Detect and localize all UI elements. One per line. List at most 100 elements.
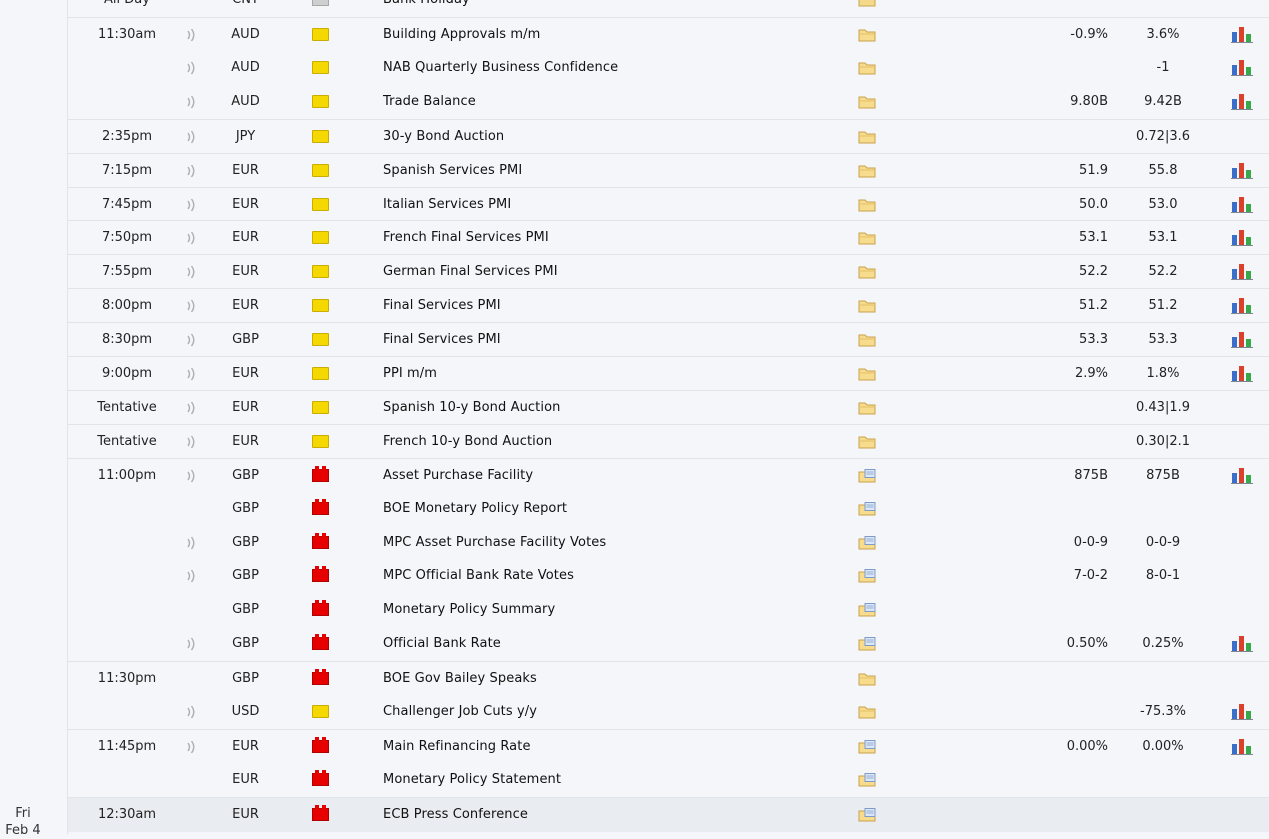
sound-alert-icon[interactable] [185, 469, 197, 483]
sound-cell[interactable] [185, 391, 199, 425]
detail-cell[interactable] [858, 763, 878, 797]
chart-cell[interactable] [1231, 627, 1255, 661]
chart-cell[interactable] [1231, 593, 1255, 627]
calendar-row[interactable]: GBP MPC Official Bank Rate Votes 7-0-2 8-0-… [68, 559, 1269, 593]
calendar-row[interactable]: GBP MPC Asset Purchase Facility Votes 0-0-… [68, 526, 1269, 560]
calendar-row[interactable]: 9:00pm EUR PPI m/m 2.9% 1.8% [68, 356, 1269, 391]
chart-cell[interactable] [1231, 662, 1255, 696]
detail-cell[interactable] [858, 662, 878, 696]
chart-cell[interactable] [1231, 120, 1255, 154]
chart-cell[interactable] [1231, 154, 1255, 188]
event-title[interactable]: Spanish Services PMI [383, 154, 843, 188]
chart-cell[interactable] [1231, 18, 1255, 52]
calendar-row[interactable]: 7:15pm EUR Spanish Services PMI 51.9 55.8 [68, 152, 1269, 188]
sound-alert-icon[interactable] [185, 61, 197, 75]
calendar-row[interactable]: 7:45pm EUR Italian Services PMI 50.0 53.0 [68, 186, 1269, 222]
folder-document-icon[interactable] [858, 603, 876, 617]
event-title[interactable]: MPC Official Bank Rate Votes [383, 559, 843, 593]
calendar-row[interactable]: AUD Trade Balance 9.80B 9.42B [68, 85, 1269, 119]
chart-cell[interactable] [1231, 798, 1255, 832]
event-title[interactable]: Bank Holiday [383, 0, 843, 17]
sound-cell[interactable] [185, 492, 199, 526]
detail-cell[interactable] [858, 627, 878, 661]
chart-icon[interactable] [1231, 58, 1253, 76]
chart-icon[interactable] [1231, 25, 1253, 43]
event-title[interactable]: MPC Asset Purchase Facility Votes [383, 526, 843, 560]
sound-cell[interactable] [185, 798, 199, 832]
calendar-row[interactable]: USD Challenger Job Cuts y/y -75.3% [68, 695, 1269, 729]
chart-cell[interactable] [1231, 526, 1255, 560]
chart-icon[interactable] [1231, 330, 1253, 349]
folder-icon[interactable] [858, 28, 876, 42]
chart-icon[interactable] [1231, 92, 1253, 110]
calendar-row[interactable]: 12:30am EUR ECB Press Conference [68, 796, 1269, 832]
chart-cell[interactable] [1231, 85, 1255, 119]
sound-alert-icon[interactable] [185, 95, 197, 109]
sound-cell[interactable] [185, 289, 199, 323]
sound-cell[interactable] [185, 695, 199, 729]
event-title[interactable]: French Final Services PMI [383, 221, 843, 255]
sound-alert-icon[interactable] [185, 705, 197, 719]
sound-cell[interactable] [185, 323, 199, 357]
chart-cell[interactable] [1231, 425, 1255, 459]
folder-document-icon[interactable] [858, 772, 876, 787]
chart-cell[interactable] [1231, 51, 1255, 85]
detail-cell[interactable] [858, 289, 878, 323]
chart-cell[interactable] [1231, 255, 1255, 289]
folder-icon[interactable] [858, 705, 876, 719]
sound-cell[interactable] [185, 120, 199, 154]
sound-cell[interactable] [185, 255, 199, 289]
event-title[interactable]: NAB Quarterly Business Confidence [383, 51, 843, 85]
chart-icon[interactable] [1231, 195, 1253, 213]
chart-icon[interactable] [1231, 702, 1253, 720]
event-title[interactable]: French 10-y Bond Auction [383, 425, 843, 459]
folder-icon[interactable] [858, 435, 876, 449]
sound-cell[interactable] [185, 559, 199, 593]
detail-cell[interactable] [858, 593, 878, 627]
folder-document-icon[interactable] [858, 501, 876, 516]
calendar-row[interactable]: 11:00pm GBP Asset Purchase Facility 875B 875… [68, 457, 1269, 493]
folder-document-icon[interactable] [858, 535, 876, 550]
event-title[interactable]: Official Bank Rate [383, 627, 843, 661]
chart-icon[interactable] [1231, 364, 1253, 382]
detail-cell[interactable] [858, 798, 878, 832]
event-title[interactable]: Final Services PMI [383, 323, 843, 357]
event-title[interactable]: Trade Balance [383, 85, 843, 119]
folder-icon[interactable] [858, 130, 876, 144]
calendar-row[interactable]: 11:30pm GBP BOE Gov Bailey Speaks [68, 661, 1269, 696]
event-title[interactable]: PPI m/m [383, 357, 843, 391]
event-title[interactable]: Challenger Job Cuts y/y [383, 695, 843, 729]
detail-cell[interactable] [858, 357, 878, 391]
sound-alert-icon[interactable] [185, 435, 197, 449]
event-title[interactable]: Monetary Policy Statement [383, 763, 843, 797]
sound-alert-icon[interactable] [185, 536, 197, 550]
detail-cell[interactable] [858, 120, 878, 154]
calendar-row[interactable]: Tentative EUR Spanish 10-y Bond Auction 0.4… [68, 389, 1269, 425]
folder-document-icon[interactable] [858, 739, 876, 754]
sound-alert-icon[interactable] [185, 637, 197, 651]
chart-cell[interactable] [1231, 730, 1255, 764]
sound-cell[interactable] [185, 188, 199, 222]
chart-icon[interactable] [1231, 228, 1253, 247]
detail-cell[interactable] [858, 188, 878, 222]
folder-document-icon[interactable] [858, 569, 876, 583]
chart-cell[interactable] [1231, 188, 1255, 222]
event-title[interactable]: ECB Press Conference [383, 798, 843, 832]
chart-cell[interactable] [1231, 323, 1255, 357]
chart-cell[interactable] [1231, 289, 1255, 323]
calendar-row[interactable]: GBP BOE Monetary Policy Report [68, 492, 1269, 526]
detail-cell[interactable] [858, 526, 878, 560]
detail-cell[interactable] [858, 18, 878, 52]
detail-cell[interactable] [858, 0, 878, 17]
detail-cell[interactable] [858, 221, 878, 255]
sound-cell[interactable] [185, 459, 199, 493]
sound-alert-icon[interactable] [185, 299, 197, 313]
calendar-row[interactable]: Tentative EUR French 10-y Bond Auction 0.30… [68, 423, 1269, 459]
calendar-row[interactable]: GBP Monetary Policy Summary [68, 593, 1269, 627]
sound-alert-icon[interactable] [185, 333, 197, 347]
sound-cell[interactable] [185, 662, 199, 696]
folder-icon[interactable] [858, 299, 876, 313]
chart-icon[interactable] [1231, 296, 1253, 315]
chart-cell[interactable] [1231, 559, 1255, 593]
calendar-row[interactable]: GBP Official Bank Rate 0.50% 0.25% [68, 627, 1269, 661]
